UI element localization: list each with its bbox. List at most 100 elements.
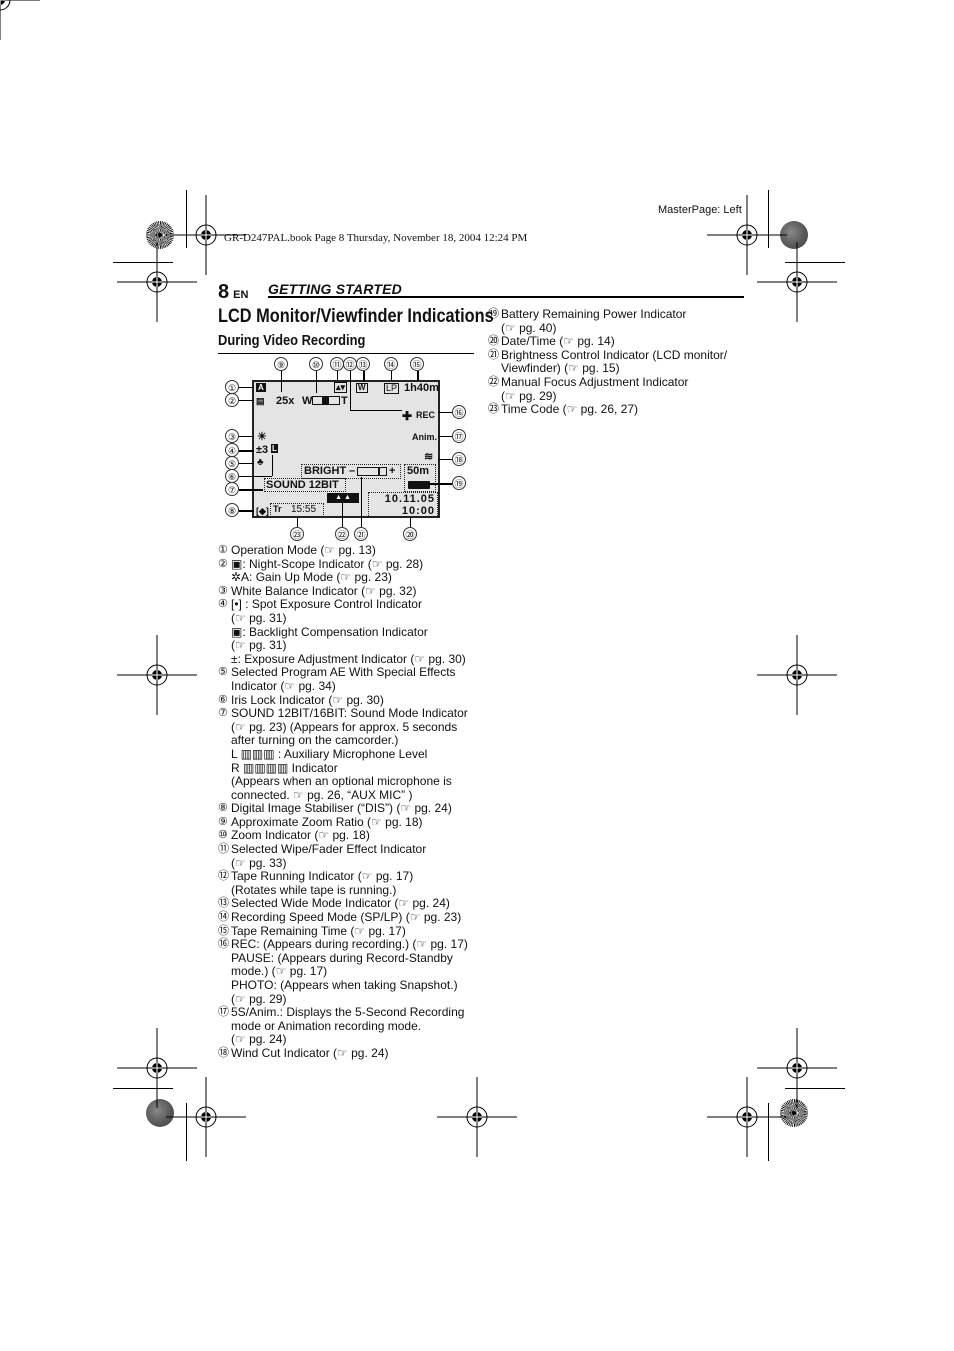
item-text: Manual Focus Adjustment Indicator [501, 374, 689, 389]
exposure-adjustment: ±3 [256, 444, 269, 456]
item-text: (☞ pg. 33) [231, 855, 287, 870]
night-scope-icon: ▤ [256, 396, 265, 406]
callout-1: ① [225, 380, 239, 394]
item-text: Approximate Zoom Ratio (☞ pg. 18) [231, 814, 423, 829]
leader-line [337, 371, 338, 381]
item-text: Selected Wipe/Fader Effect Indicator [231, 842, 427, 857]
item-text: R ▥▥▥▥ Indicator [231, 760, 338, 775]
item-text: Tape Running Indicator (☞ pg. 17) [231, 869, 414, 884]
item-text: Operation Mode (☞ pg. 13) [231, 543, 376, 557]
item-text: after turning on the camcorder.) [231, 733, 399, 748]
bright-plus: + [389, 465, 396, 477]
leader-line [438, 412, 452, 413]
registration-target-icon [756, 634, 838, 716]
indicator-list-right: ⑲ Battery Remaining Power Indicator (☞ pg.… [488, 307, 738, 417]
list-item: ㉑ Brightness Control Indicator (LCD monit… [488, 348, 738, 376]
zoom-position-marker [322, 397, 329, 404]
item-number: ④ [218, 598, 228, 611]
item-number: ⑲ [488, 308, 499, 320]
callout-21: ㉑ [354, 527, 368, 541]
zoom-t-label: T [341, 395, 348, 407]
item-text: Selected Program AE With Special Effects [231, 665, 456, 680]
item-text: [•] : Spot Exposure Control Indicator [231, 597, 422, 612]
brightness-marker [378, 468, 380, 475]
callout-11: ⑪ [330, 357, 344, 371]
leader-line [350, 410, 402, 411]
item-text: (Rotates while tape is running.) [231, 882, 397, 897]
list-item: ⑭ Recording Speed Mode (SP/LP) (☞ pg. 23) [218, 910, 478, 925]
battery-time: 50m [407, 465, 430, 477]
item-number: ⑨ [218, 815, 228, 828]
callout-18: ⑱ [452, 452, 466, 466]
dis-icon: [◆] [256, 506, 269, 516]
header-rule [268, 296, 744, 298]
item-number: ⑯ [218, 938, 229, 951]
zoom-w-label: W [302, 395, 313, 407]
list-item: ㉒ Manual Focus Adjustment Indicator (☞ pg.… [488, 374, 738, 403]
item-text: ▣: Backlight Compensation Indicator [231, 624, 428, 639]
list-item: ⑥ Iris Lock Indicator (☞ pg. 30) [218, 693, 478, 708]
callout-4: ④ [225, 443, 239, 457]
callout-22: ㉒ [335, 527, 349, 541]
time-code-icon: Tr [273, 504, 282, 514]
item-text: mode.) (☞ pg. 17) [231, 964, 328, 979]
white-balance-icon: ☀ [257, 431, 267, 443]
callout-16: ⑯ [452, 405, 466, 419]
list-item: ⑫ Tape Running Indicator (☞ pg. 17) (Rotat… [218, 870, 478, 897]
item-text: Digital Image Stabiliser (“DIS”) (☞ pg. … [231, 801, 452, 816]
bright-minus: – [349, 465, 356, 477]
battery-indicator: 50m [404, 464, 436, 492]
list-item: ① Operation Mode (☞ pg. 13) [218, 543, 478, 558]
callout-23: ㉓ [290, 527, 304, 541]
item-text: White Balance Indicator (☞ pg. 32) [231, 583, 417, 598]
list-item: ⑨ Approximate Zoom Ratio (☞ pg. 18) [218, 814, 478, 830]
item-text: Battery Remaining Power Indicator [501, 307, 687, 321]
item-text: Tape Remaining Time (☞ pg. 17) [231, 923, 406, 938]
brightness-bar [357, 467, 387, 476]
item-number: ⑬ [218, 897, 229, 910]
callout-20: ⑳ [403, 527, 417, 541]
rec-indicator: REC [416, 410, 436, 420]
list-item: ⑧ Digital Image Stabiliser (“DIS”) (☞ pg.… [218, 802, 478, 816]
list-item: ⑦ SOUND 12BIT/16BIT: Sound Mode Indicator… [218, 707, 478, 802]
item-number: ⑳ [488, 335, 499, 348]
bright-label: BRIGHT [304, 465, 347, 477]
leader-line [363, 371, 365, 382]
item-text: (☞ pg. 29) [231, 991, 287, 1006]
item-text: ✲A: Gain Up Mode (☞ pg. 23) [231, 570, 392, 585]
leader-line [316, 371, 317, 393]
item-text: Date/Time (☞ pg. 14) [501, 334, 615, 349]
item-text: connected. ☞ pg. 26, “AUX MIC” ) [231, 787, 413, 802]
list-item: ② ▣: Night-Scope Indicator (☞ pg. 28) ✲A: … [218, 557, 478, 585]
item-text: (☞ pg. 24) [231, 1032, 287, 1047]
callout-6: ⑥ [225, 469, 239, 483]
leader-line [438, 459, 452, 460]
registration-target-icon [116, 1027, 198, 1109]
callout-9: ⑨ [274, 357, 288, 371]
leader-line [239, 400, 254, 401]
leader-line [239, 450, 254, 452]
zoom-ratio: 25x [276, 395, 295, 407]
list-item: ⑤ Selected Program AE With Special Effect… [218, 666, 478, 693]
item-text: Viewfinder) (☞ pg. 15) [501, 361, 620, 376]
section-title: GETTING STARTED [268, 281, 402, 297]
registration-target-icon [436, 1076, 518, 1158]
lcd-screen: A ▴▾ W LP 1h40m ▤ 25x W T ✚ REC ☀ Anim. … [252, 380, 440, 518]
iris-lock-indicator: L [271, 444, 278, 453]
leader-line [239, 510, 254, 512]
page-number-value: 8 [218, 281, 230, 303]
callout-14: ⑭ [384, 357, 398, 371]
tape-running-icon: ✚ [402, 409, 413, 423]
callout-8: ⑧ [225, 503, 239, 517]
time-value: 10:00 [401, 505, 435, 517]
list-item: ㉓ Time Code (☞ pg. 26, 27) [488, 403, 738, 417]
item-number: ㉒ [488, 375, 499, 388]
leader-line [438, 436, 452, 437]
page-title: LCD Monitor/Viewfinder Indications [218, 306, 494, 327]
callout-12: ⑫ [343, 357, 357, 371]
item-text: PAUSE: (Appears during Record-Standby [231, 950, 453, 965]
registration-target-icon [706, 1076, 788, 1158]
registration-target-icon [165, 1076, 247, 1158]
callout-2: ② [225, 393, 239, 407]
wind-cut-icon: ≋ [424, 451, 434, 463]
